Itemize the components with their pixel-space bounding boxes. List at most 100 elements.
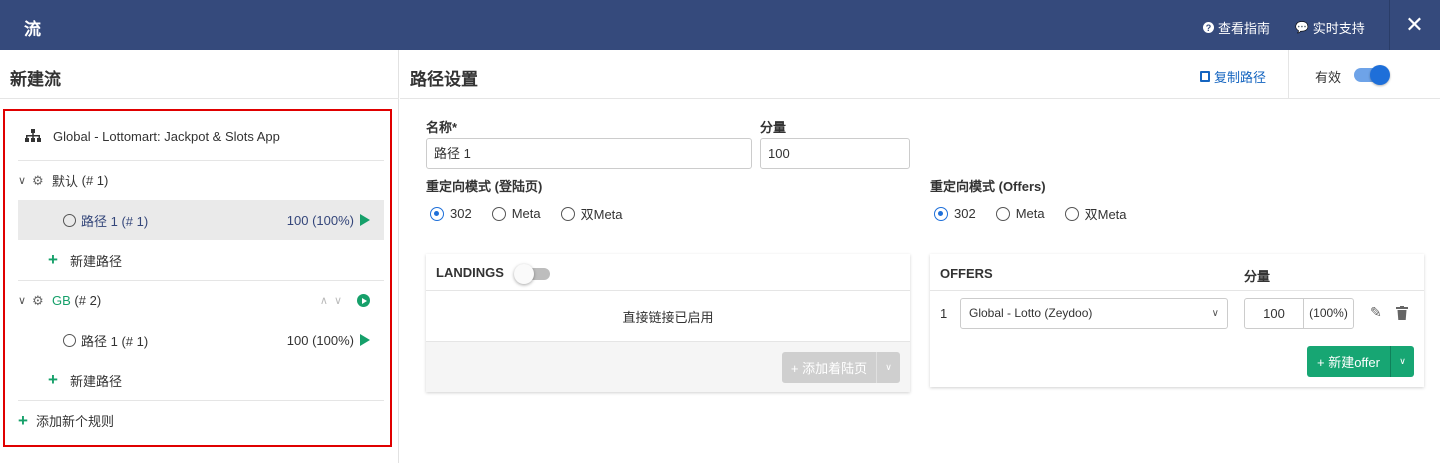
campaign-node[interactable]: Global - Lottomart: Jackpot & Slots App [25,116,391,156]
support-link[interactable]: 💬 实时支持 [1295,18,1365,37]
rule-default[interactable]: ∨ ⚙ 默认 (# 1) [18,160,384,200]
offer-weight-input[interactable]: 100 [1245,299,1303,328]
path-settings-title: 路径设置 [410,70,478,89]
chevron-down-icon[interactable]: ∨ [1391,356,1414,367]
close-icon: ✕ [1405,12,1424,37]
offers-weight-header: 分量 [1244,269,1271,284]
flow-tree: Global - Lottomart: Jackpot & Slots App … [3,109,392,447]
plus-icon: + [48,370,58,389]
guide-label: 查看指南 [1218,21,1271,36]
direct-link-text: 直接链接已启用 [622,310,714,325]
sitemap-icon [25,129,41,142]
plus-icon: + [18,410,28,430]
add-path-label: 新建路径 [70,253,123,269]
rule-name: GB [52,293,71,308]
rule-name: 默认 [52,174,79,189]
redirect-offers-302[interactable]: 302 [934,206,976,221]
offer-weight-group: 100 (100%) [1244,298,1354,329]
toggle-knob [1370,65,1390,85]
path-settings-panel: 路径设置 复制路径 有效 名称* 路径 1 分量 100 重定向模式 (登陆页)… [400,50,1440,463]
path-radio[interactable] [63,333,76,347]
copy-path-label: 复制路径 [1214,70,1267,85]
add-landing-button[interactable]: + 添加着陆页 ∨ [782,352,900,383]
new-offer-label: + 新建offer [1317,355,1380,370]
campaign-name: Global - Lottomart: Jackpot & Slots App [53,128,280,144]
redirect-offers-group: 302 Meta 双Meta [934,204,1141,223]
flow-panel-header: 新建流 [0,50,399,99]
offers-card: OFFERS 分量 1 Global - Lotto (Zeydoo) ∨ 10… [930,254,1424,387]
add-path-button[interactable]: + 新建路径 [18,360,384,400]
play-icon[interactable] [360,334,370,346]
path-weight: 100 (100%) [286,212,354,228]
offer-select-value: Global - Lotto (Zeydoo) [969,306,1093,320]
offer-select[interactable]: Global - Lotto (Zeydoo) ∨ [960,298,1228,329]
rule-index: (# 1) [81,173,109,188]
redirect-landing-label: 重定向模式 (登陆页) [426,179,543,194]
support-label: 实时支持 [1312,21,1365,36]
rule-index: (# 2) [74,293,102,308]
add-path-button[interactable]: + 新建路径 [18,240,384,280]
add-rule-button[interactable]: + 添加新个规则 [18,400,384,440]
radio [1064,206,1079,221]
flow-panel-title: 新建流 [10,70,61,89]
name-input[interactable]: 路径 1 [426,138,752,169]
path-settings-header: 路径设置 复制路径 有效 [400,50,1440,99]
top-bar: 流 ? 查看指南 💬 实时支持 ✕ [0,0,1440,50]
reorder-arrows-icon[interactable]: ∧∨ [320,294,348,307]
redirect-landing-meta[interactable]: Meta [491,206,541,221]
landings-title: LANDINGS [436,265,504,280]
window-title: 流 [24,20,41,39]
radio [491,206,506,221]
gear-icon[interactable]: ⚙ [32,294,45,307]
offers-title: OFFERS [940,266,993,281]
add-rule-label: 添加新个规则 [36,414,115,429]
weight-label: 分量 [760,120,787,135]
redirect-offers-meta[interactable]: Meta [995,206,1045,221]
redirect-offers-label: 重定向模式 (Offers) [930,179,1046,194]
redirect-offers-double-meta[interactable]: 双Meta [1064,204,1127,223]
card-divider [930,290,1424,291]
path-row-selected[interactable]: 路径 1 (# 1) 100 (100%) [18,200,384,240]
copy-icon [1200,71,1210,82]
landings-card: LANDINGS 直接链接已启用 + 添加着陆页 ∨ [426,254,910,392]
play-icon[interactable] [360,214,370,226]
redirect-landing-group: 302 Meta 双Meta [430,204,637,223]
toggle-knob [514,264,534,284]
plus-icon: + [48,250,58,269]
chat-icon: 💬 [1295,22,1309,34]
path-name: 路径 1 (# 1) [81,333,149,349]
redirect-landing-double-meta[interactable]: 双Meta [560,204,623,223]
question-icon: ? [1203,22,1214,33]
play-circle-icon[interactable] [357,294,370,307]
guide-link[interactable]: ? 查看指南 [1203,18,1270,37]
close-button[interactable]: ✕ [1389,0,1440,50]
path-weight: 100 (100%) [286,332,354,348]
radio-selected [934,206,948,221]
copy-path-button[interactable]: 复制路径 [1200,67,1266,86]
path-row[interactable]: 路径 1 (# 1) 100 (100%) [18,320,384,360]
path-radio[interactable] [63,213,76,227]
gear-icon[interactable]: ⚙ [32,174,45,187]
radio-selected [430,206,444,221]
redirect-landing-302[interactable]: 302 [430,206,472,221]
path-name: 路径 1 (# 1) [81,213,149,229]
flow-panel: 新建流 Global - Lottomart: Jackpot & Slots … [0,50,399,463]
card-divider [426,290,910,291]
chevron-down-icon[interactable]: ∨ [877,362,900,373]
new-offer-button[interactable]: + 新建offer ∨ [1307,346,1414,377]
chevron-down-icon[interactable]: ∨ [18,174,32,187]
weight-input[interactable]: 100 [760,138,910,169]
valid-label: 有效 [1315,70,1342,85]
radio [995,206,1010,221]
add-landing-label: + 添加着陆页 [790,361,868,376]
offer-row-number: 1 [940,306,948,321]
landings-toggle[interactable] [514,264,550,284]
pencil-icon[interactable]: ✎ [1370,304,1382,321]
rule-gb[interactable]: ∨ ⚙ GB (# 2) ∧∨ [18,280,384,320]
chevron-down-icon[interactable]: ∨ [18,294,32,307]
trash-icon[interactable] [1396,306,1408,320]
header-divider [1288,50,1289,99]
radio [560,206,575,221]
name-label: 名称* [426,120,458,135]
valid-toggle[interactable] [1354,65,1390,85]
